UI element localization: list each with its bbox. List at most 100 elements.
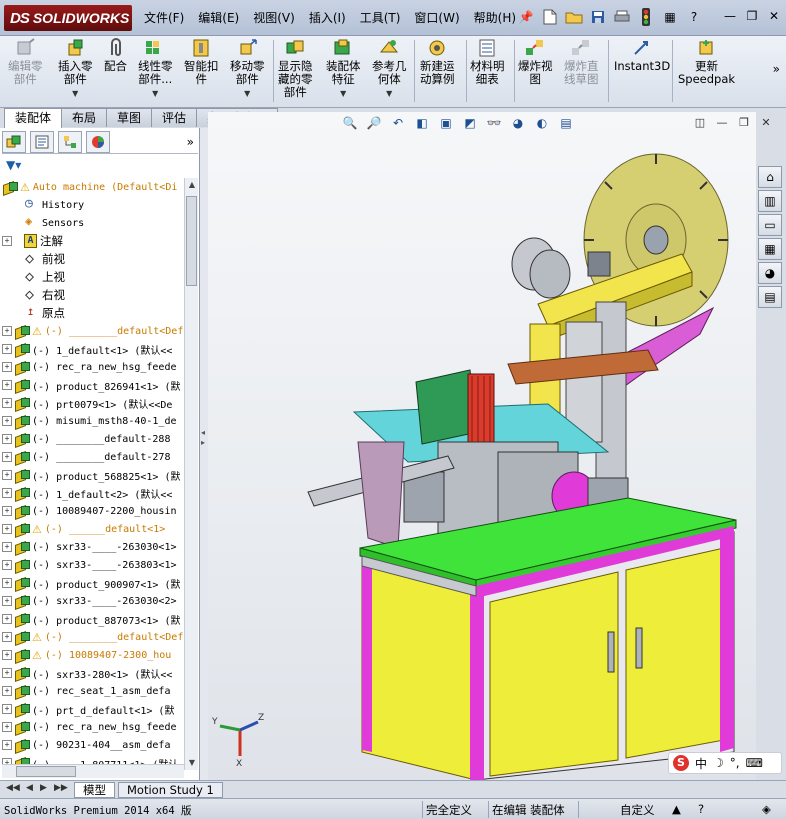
tree-item-component[interactable]: + ⚠ (-) ______default<1> [2, 520, 184, 538]
panel-splitter[interactable]: ◂ ▸ [200, 128, 208, 780]
tree-item-component[interactable]: + (-) sxr33-____-263030<2> [2, 592, 184, 610]
tree-item-right-plane[interactable]: 右视 [2, 285, 184, 304]
tree-item-component[interactable]: + (-) 90231-404__asm_defa [2, 736, 184, 754]
new-document-icon[interactable] [540, 7, 560, 27]
tab-layout[interactable]: 布局 [61, 108, 108, 127]
expand-plus-icon[interactable]: + [2, 740, 12, 750]
chevron-down-icon[interactable]: ▼ [72, 87, 78, 100]
tree-item-component[interactable]: + ⚠ (-) ________default<Def [2, 322, 184, 340]
restore-viewport-icon[interactable]: ◫ [692, 115, 708, 131]
edit-component-button[interactable]: 编辑零 部件 [8, 38, 43, 86]
hide-show-items-icon[interactable]: 👓 [484, 114, 504, 132]
tree-item-component[interactable]: + (-) 10089407-2200_housin [2, 502, 184, 520]
configuration-manager-tab-icon[interactable] [58, 130, 82, 153]
expand-plus-icon[interactable]: + [2, 524, 12, 534]
help-question-icon[interactable]: ? [698, 802, 704, 816]
view-palette-icon[interactable]: ▦ [758, 238, 782, 260]
zoom-to-fit-icon[interactable]: 🔍 [340, 114, 360, 132]
tab-evaluate[interactable]: 评估 [151, 108, 198, 127]
expand-plus-icon[interactable]: + [2, 560, 12, 570]
display-style-icon[interactable]: ◩ [460, 114, 480, 132]
tree-root-assembly[interactable]: ⚠ Auto machine (Default<Di [2, 178, 184, 196]
chevron-right-more-icon[interactable]: » [187, 135, 194, 149]
punctuation-icon[interactable]: °, [730, 756, 740, 770]
section-view-icon[interactable]: ◧ [412, 114, 432, 132]
design-library-icon[interactable]: ▥ [758, 190, 782, 212]
chevron-down-icon[interactable]: ▼ [244, 87, 250, 100]
menu-view[interactable]: 视图(V) [253, 9, 295, 26]
exploded-view-button[interactable]: 爆炸视 图 [518, 38, 553, 86]
menu-window[interactable]: 窗口(W) [414, 9, 459, 26]
new-motion-study-button[interactable]: 新建运 动算例 [420, 38, 455, 86]
expand-plus-icon[interactable]: + [2, 380, 12, 390]
move-component-button[interactable]: 移动零 部件 ▼ [230, 38, 265, 100]
tree-item-history[interactable]: History [2, 196, 184, 214]
tree-item-component[interactable]: + (-) rec_seat_1_asm_defa [2, 682, 184, 700]
property-manager-tab-icon[interactable] [30, 130, 54, 153]
menu-help[interactable]: 帮助(H) [474, 9, 516, 26]
restore-icon[interactable]: ❐ [744, 8, 760, 24]
solidworks-logo[interactable]: DS SOLIDWORKS [4, 5, 132, 31]
tree-item-component[interactable]: + (-) sxr33-____-263030<1> [2, 538, 184, 556]
collapse-arrow-icon[interactable]: ◂ ▸ [201, 428, 207, 458]
chevron-down-icon[interactable]: ▼ [340, 87, 346, 100]
help-question-icon[interactable]: ? [684, 7, 704, 27]
tree-item-component[interactable]: + (-) misumi_msth8-40-1_de [2, 412, 184, 430]
status-units-custom[interactable]: 自定义 [620, 802, 655, 818]
close-viewport-icon[interactable]: ✕ [758, 115, 774, 131]
tree-horizontal-scrollbar[interactable] [2, 764, 184, 778]
menu-file[interactable]: 文件(F) [144, 9, 184, 26]
expand-plus-icon[interactable]: + [2, 614, 12, 624]
tree-item-component[interactable]: + (-) ________default-278 [2, 448, 184, 466]
appearances-icon[interactable]: ◕ [758, 262, 782, 284]
moon-icon[interactable]: ☽ [713, 756, 724, 770]
reference-geometry-button[interactable]: 参考几 何体 ▼ [372, 38, 407, 100]
graphics-area[interactable] [208, 112, 756, 780]
save-icon[interactable] [588, 7, 608, 27]
tag-icon[interactable]: ◈ [762, 802, 771, 816]
mate-button[interactable]: 配合 [104, 38, 127, 73]
solidworks-resources-home-icon[interactable]: ⌂ [758, 166, 782, 188]
first-tab-arrow-icon[interactable]: ◀◀ [6, 783, 20, 793]
display-manager-tab-icon[interactable] [86, 130, 110, 153]
tree-item-component[interactable]: + (-) ________default-288 [2, 430, 184, 448]
smart-fastener-button[interactable]: 智能扣 件 [184, 38, 219, 86]
tree-item-component[interactable]: + (-) rec_ra_new_hsg_feede [2, 718, 184, 736]
maximize-viewport-icon[interactable]: ❐ [736, 115, 752, 131]
tree-item-component[interactable]: + ⚠ (-) 10089407-2300_hou [2, 646, 184, 664]
last-tab-arrow-icon[interactable]: ▶▶ [54, 783, 68, 793]
scroll-up-icon[interactable]: ▲ [185, 178, 199, 192]
traffic-light-rebuild-icon[interactable] [636, 7, 656, 27]
expand-plus-icon[interactable]: + [2, 416, 12, 426]
tree-item-annotations[interactable]: + 注解 [2, 232, 184, 250]
expand-plus-icon[interactable]: + [2, 344, 12, 354]
expand-plus-icon[interactable]: + [2, 686, 12, 696]
scroll-down-icon[interactable]: ▼ [185, 756, 199, 770]
custom-properties-icon[interactable]: ▤ [758, 286, 782, 308]
view-settings-icon[interactable]: ▤ [556, 114, 576, 132]
linear-pattern-button[interactable]: 线性零 部件... ▼ [138, 38, 173, 100]
tree-item-component[interactable]: + (-) product_887073<1> (默 [2, 610, 184, 628]
chevron-down-icon[interactable]: ▼ [152, 87, 158, 100]
zoom-to-area-icon[interactable]: 🔎 [364, 114, 384, 132]
expand-plus-icon[interactable]: + [2, 488, 12, 498]
tree-item-component[interactable]: + (-) rec_ra_new_hsg_feede [2, 358, 184, 376]
insert-component-button[interactable]: 插入零 部件 ▼ [58, 38, 93, 100]
feature-manager-tab-icon[interactable] [2, 130, 26, 153]
expand-plus-icon[interactable]: + [2, 434, 12, 444]
ime-language[interactable]: 中 [695, 755, 707, 772]
keyboard-icon[interactable]: ⌨ [746, 756, 763, 770]
expand-plus-icon[interactable]: + [2, 506, 12, 516]
assembly-features-button[interactable]: 装配体 特征 ▼ [326, 38, 361, 100]
expand-plus-icon[interactable]: + [2, 578, 12, 588]
tree-item-front-plane[interactable]: 前视 [2, 249, 184, 268]
tree-item-component[interactable]: + (-) product_568825<1> (默 [2, 466, 184, 484]
tab-assembly[interactable]: 装配体 [4, 108, 63, 128]
expand-plus-icon[interactable]: + [2, 452, 12, 462]
instant3d-button[interactable]: Instant3D [614, 38, 670, 73]
expand-plus-icon[interactable]: + [2, 542, 12, 552]
show-hidden-components-button[interactable]: 显示隐 藏的零 部件 [278, 38, 313, 99]
minimize-viewport-icon[interactable]: — [714, 115, 730, 131]
menu-edit[interactable]: 编辑(E) [198, 9, 239, 26]
edit-appearance-icon[interactable]: ◕ [508, 114, 528, 132]
